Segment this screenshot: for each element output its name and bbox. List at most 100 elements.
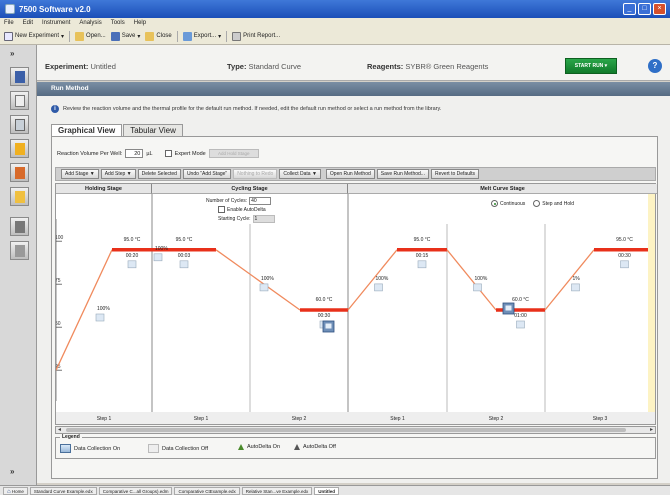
app-icon — [5, 4, 15, 14]
open-run-method-button[interactable]: Open Run Method — [325, 169, 375, 179]
add-step-button[interactable]: Add Step ▼ — [100, 169, 136, 179]
step-temperature: 95.0 °C — [414, 237, 431, 243]
sidebar-reaction-setup-button[interactable] — [10, 163, 29, 182]
doc-tab[interactable]: Relative Stan...ve Example.edx — [241, 486, 313, 495]
ramp-collection-icon — [95, 313, 105, 322]
step-name: Step 1 — [390, 416, 405, 422]
export-button[interactable]: Export... ▾ — [182, 31, 221, 41]
ramp-rate-label: 100% — [376, 276, 389, 282]
collect-data-button[interactable]: Collect Data ▼ — [279, 169, 321, 179]
camera-icon — [60, 444, 71, 453]
minimize-button[interactable]: _ — [623, 3, 636, 15]
reaction-volume-input[interactable]: 20 — [125, 149, 144, 158]
instrument-icon — [15, 221, 25, 233]
expand-bottom-icon[interactable]: » — [10, 467, 14, 476]
doc-tab[interactable]: Comparative C...all Groups).edm — [98, 486, 173, 495]
info-message: i Review the reaction volume and the the… — [51, 103, 652, 115]
help-icon[interactable]: ? — [648, 59, 662, 73]
menu-file[interactable]: File — [4, 20, 14, 26]
reaction-volume-unit: µL — [146, 150, 153, 157]
sidebar-plate-setup-button[interactable] — [10, 115, 29, 134]
sidebar-properties-button[interactable] — [10, 91, 29, 110]
collapse-sidebar-icon[interactable]: » — [10, 49, 14, 58]
data-collection-on-icon-inner — [325, 323, 332, 329]
new-experiment-button[interactable]: New Experiment ▾ — [4, 31, 64, 41]
document-tabs-bar: ⌂ Home Standard Curve Example.edx Compar… — [0, 485, 670, 495]
info-icon: i — [51, 105, 59, 113]
legend-ad-off-label: AutoDelta Off — [303, 444, 336, 450]
menu-instrument[interactable]: Instrument — [42, 20, 70, 26]
add-stage-button[interactable]: Add Stage ▼ — [61, 169, 99, 179]
redo-button[interactable]: Nothing to Redo — [233, 169, 278, 179]
revert-defaults-button[interactable]: Revert to Defaults — [430, 169, 479, 179]
open-label: Open... — [86, 33, 106, 39]
menu-tools[interactable]: Tools — [111, 20, 125, 26]
close-button[interactable]: Close — [145, 31, 172, 41]
scroll-left-icon[interactable]: ◂ — [58, 426, 61, 433]
experiment-type: Type: Standard Curve — [227, 62, 301, 71]
ramp-collection-icon — [374, 283, 383, 292]
expert-mode-button[interactable]: Add Hold Stage — [208, 149, 259, 158]
sidebar-run-button[interactable] — [10, 217, 29, 236]
menu-help[interactable]: Help — [134, 20, 146, 26]
analysis-icon — [15, 245, 25, 257]
add-stage-label: Add Stage — [65, 171, 89, 177]
save-run-method-button[interactable]: Save Run Method... — [376, 169, 429, 179]
y-tick-label: 75 — [56, 278, 61, 284]
horizontal-scrollbar[interactable]: ◂ ▸ — [55, 426, 656, 434]
plate-icon — [15, 119, 25, 131]
step-temperature: 60.0 °C — [512, 297, 529, 303]
ramp-rate-label: 1% — [573, 276, 581, 282]
doc-tab-home[interactable]: ⌂ Home — [3, 486, 28, 495]
menu-edit[interactable]: Edit — [23, 20, 33, 26]
start-run-button[interactable]: START RUN ▾ — [565, 58, 617, 74]
pipette-icon — [15, 167, 25, 179]
step-temperature: 95.0 °C — [616, 237, 633, 243]
step-name: Step 1 — [194, 416, 209, 422]
step-name: Step 2 — [489, 416, 504, 422]
graphical-view-content: Reaction Volume Per Well: 20 µL Expert M… — [51, 136, 658, 479]
thermal-profile-graph: Holding Stage Cycling Stage Melt Curve S… — [55, 183, 657, 425]
maximize-button[interactable]: □ — [638, 3, 651, 15]
doc-tab-active[interactable]: Untitled — [314, 486, 340, 495]
delete-selected-button[interactable]: Delete Selected — [137, 169, 181, 179]
expert-mode-checkbox[interactable] — [164, 150, 172, 157]
doc-tab[interactable]: Comparative CtExample.edx — [174, 486, 240, 495]
doc-tab-home-label: Home — [11, 488, 24, 494]
save-button[interactable]: Save ▾ — [110, 31, 140, 41]
sidebar-run-method-button[interactable] — [10, 139, 29, 158]
document-icon — [15, 95, 25, 107]
close-window-button[interactable]: × — [653, 3, 666, 15]
experiment-reagents: Reagents: SYBR® Green Reagents — [367, 62, 488, 71]
scrollbar-thumb[interactable] — [66, 428, 626, 432]
print-report-button[interactable]: Print Report... — [232, 31, 280, 41]
doc-tab[interactable]: Standard Curve Example.edx — [29, 486, 97, 495]
home-icon: ⌂ — [7, 488, 11, 495]
run-method-panel: i Review the reaction volume and the the… — [37, 96, 670, 483]
legend: Legend Data Collection On Data Collectio… — [55, 434, 656, 459]
collect-data-label: Collect Data — [283, 171, 311, 177]
open-button[interactable]: Open... — [75, 31, 106, 41]
sidebar-analysis-button[interactable] — [10, 241, 29, 260]
undo-button[interactable]: Undo "Add Stage" — [182, 169, 232, 179]
ramp-line — [215, 249, 301, 311]
data-collection-on-icon-inner — [505, 305, 512, 311]
tab-tabular-view[interactable]: Tabular View — [123, 124, 183, 136]
step-name: Step 3 — [593, 416, 608, 422]
sidebar-home-button[interactable] — [10, 67, 29, 86]
step-temperature: 95.0 °C — [124, 237, 141, 243]
thermal-profile-chart: 10075502595.0 °C00:20100%Step 195.0 °C00… — [56, 194, 655, 424]
scroll-right-icon[interactable]: ▸ — [650, 426, 653, 433]
save-label: Save — [121, 33, 136, 39]
menu-analysis[interactable]: Analysis — [79, 20, 101, 26]
reaction-volume-row: Reaction Volume Per Well: 20 µL Expert M… — [57, 149, 259, 158]
edit-toolbar: Add Stage ▼ Add Step ▼ Delete Selected U… — [55, 167, 656, 181]
printer-icon — [232, 31, 242, 41]
ramp-collection-icon — [153, 253, 163, 262]
autodelta-off-icon — [294, 444, 300, 450]
folder-icon — [75, 31, 85, 41]
sidebar-materials-button[interactable] — [10, 187, 29, 206]
toolbar-separator — [69, 30, 71, 42]
reagents-label: Reagents: — [367, 62, 404, 71]
ramp-line — [347, 249, 398, 311]
